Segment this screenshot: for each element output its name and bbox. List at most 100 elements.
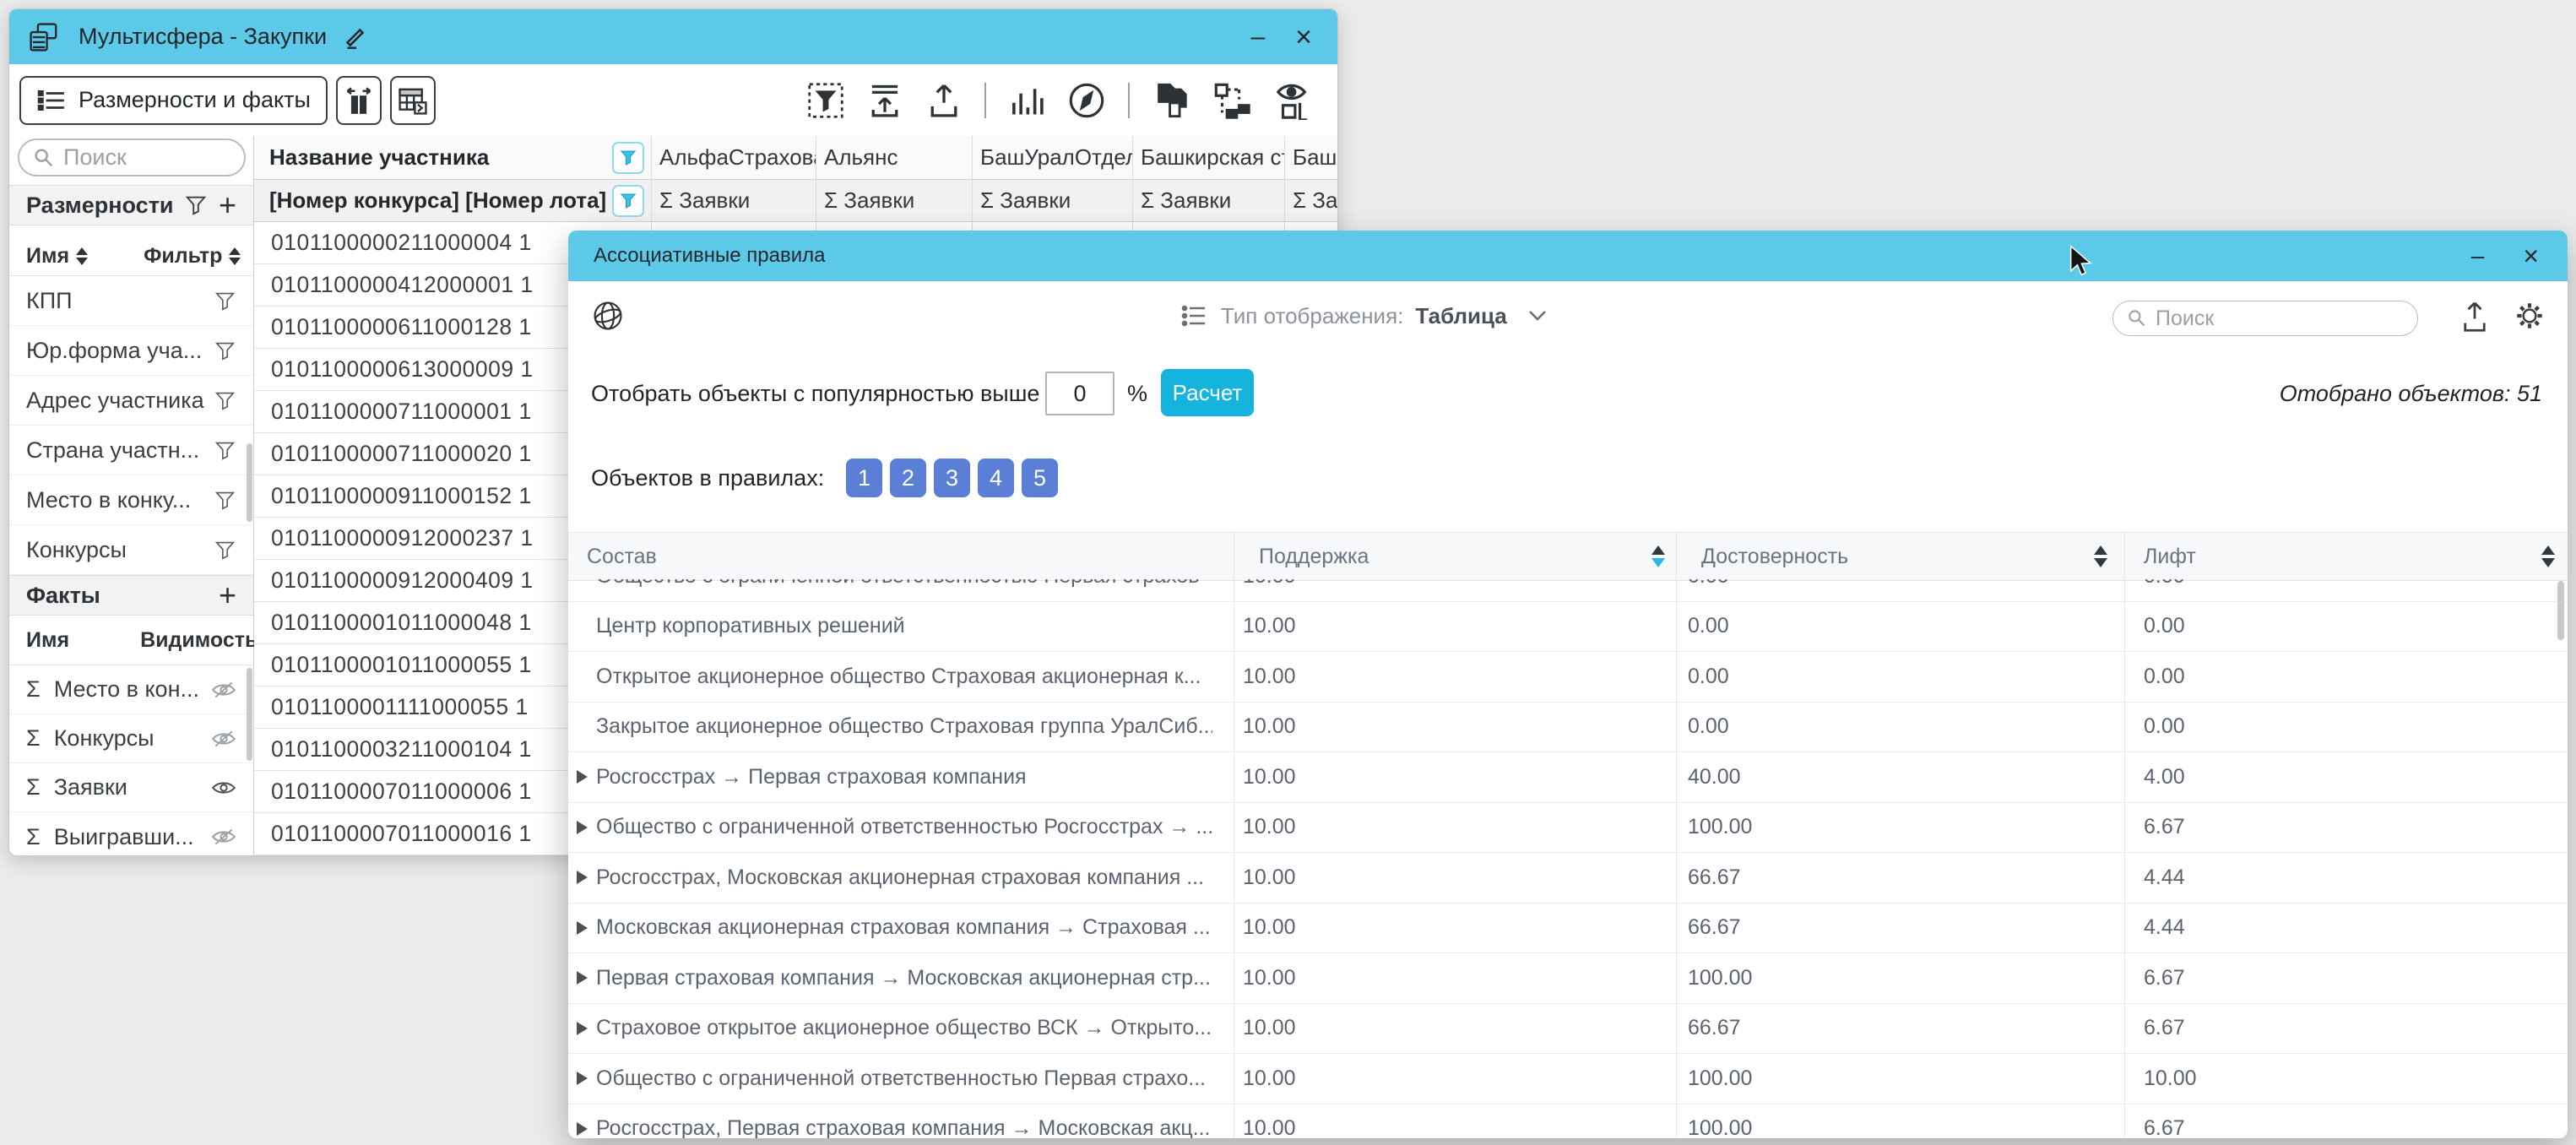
globe-icon[interactable]: [592, 300, 624, 332]
filter-icon[interactable]: [214, 490, 236, 511]
table-view-button[interactable]: [390, 76, 436, 125]
filter-area-icon[interactable]: [807, 82, 844, 119]
rule-size-button-5[interactable]: 5: [1022, 459, 1058, 497]
rule-row[interactable]: Общество с ограниченной ответственностью…: [568, 803, 2568, 854]
expand-icon[interactable]: [577, 770, 588, 784]
expand-icon[interactable]: [577, 1072, 588, 1085]
dialog-close-button[interactable]: ×: [2523, 242, 2539, 269]
filter-icon[interactable]: [214, 340, 236, 361]
col-lift[interactable]: Лифт: [2144, 533, 2196, 580]
expand-icon[interactable]: [577, 1122, 588, 1136]
dialog-titlebar[interactable]: Ассоциативные правила – ×: [568, 231, 2568, 281]
rule-row[interactable]: Открытое акционерное общество Страховая …: [568, 652, 2568, 703]
calculate-button[interactable]: Расчет: [1161, 369, 1254, 416]
dimensions-facts-button[interactable]: Размерности и факты: [19, 76, 328, 125]
grid-column-header[interactable]: Альянс: [816, 136, 972, 180]
eye-slash-icon[interactable]: [211, 680, 236, 700]
expand-icon[interactable]: [577, 821, 588, 834]
sort-icon[interactable]: [229, 247, 241, 265]
dialog-search-input[interactable]: Поиск: [2112, 301, 2418, 336]
eye-slash-icon[interactable]: [211, 827, 236, 847]
dimension-row[interactable]: Конкурсы: [9, 525, 253, 575]
edit-title-icon[interactable]: [340, 23, 369, 52]
sort-icon[interactable]: [76, 247, 88, 265]
expand-icon[interactable]: [577, 971, 588, 985]
grid-measure-header[interactable]: Σ Заявки: [816, 180, 972, 222]
minimize-button[interactable]: –: [1250, 24, 1265, 50]
rule-size-button-1[interactable]: 1: [846, 459, 882, 497]
compass-icon[interactable]: [1067, 81, 1106, 120]
eye-icon[interactable]: [211, 778, 236, 798]
main-titlebar[interactable]: Мультисфера - Закупки – ×: [9, 9, 1337, 64]
filter-active-icon[interactable]: [612, 142, 644, 174]
expand-icon[interactable]: [577, 871, 588, 884]
grid-measure-header[interactable]: Σ Заявки: [972, 180, 1132, 222]
eye-slash-icon[interactable]: [211, 729, 236, 749]
export-icon[interactable]: [925, 82, 963, 119]
rule-row[interactable]: Московская акционерная страховая компани…: [568, 904, 2568, 954]
rule-row[interactable]: Общество с ограниченной ответственностью…: [568, 579, 2568, 602]
col-composition[interactable]: Состав: [587, 533, 657, 580]
grid-column-header[interactable]: БашУралОтдел: [972, 136, 1132, 180]
rule-row[interactable]: Закрытое акционерное общество Страховая …: [568, 703, 2568, 753]
sort-lift[interactable]: [2541, 533, 2555, 580]
grid-column-header[interactable]: Баш: [1284, 136, 1337, 180]
rules-scrollbar[interactable]: [2557, 581, 2564, 640]
grid-measure-header[interactable]: Σ Заявки: [651, 180, 816, 222]
grid-header-lot[interactable]: [Номер конкурса] [Номер лота]: [254, 180, 651, 222]
close-button[interactable]: ×: [1295, 23, 1312, 52]
fact-row[interactable]: Σ Конкурсы: [9, 714, 253, 763]
filter-icon[interactable]: [214, 440, 236, 461]
fact-row[interactable]: Σ Заявки: [9, 763, 253, 812]
gear-icon[interactable]: [2512, 298, 2547, 334]
dimensions-scrollbar[interactable]: [247, 443, 252, 522]
popularity-input[interactable]: 0: [1045, 372, 1114, 415]
col-confidence[interactable]: Достоверность: [1701, 533, 1848, 580]
grid-column-header[interactable]: АльфаСтрахова: [651, 136, 816, 180]
fact-row[interactable]: Σ Место в кон...: [9, 665, 253, 714]
filter-icon[interactable]: [184, 194, 208, 216]
filter-icon[interactable]: [214, 540, 236, 561]
fact-row[interactable]: Σ Выигравши...: [9, 812, 253, 856]
grid-column-header[interactable]: Башкирская ст: [1132, 136, 1284, 180]
grid-measure-header[interactable]: Σ Заявки: [1284, 180, 1337, 222]
expand-icon[interactable]: [577, 921, 588, 935]
dialog-minimize-button[interactable]: –: [2471, 244, 2485, 268]
col-name-label[interactable]: Имя: [26, 244, 69, 269]
sort-confidence[interactable]: [2094, 533, 2107, 580]
rule-row[interactable]: Первая страховая компания → Московская а…: [568, 953, 2568, 1004]
filter-icon[interactable]: [214, 390, 236, 411]
rule-row[interactable]: Росгосстрах, Московская акционерная стра…: [568, 853, 2568, 904]
filter-icon[interactable]: [214, 290, 236, 312]
rule-size-button-4[interactable]: 4: [978, 459, 1014, 497]
grid-measure-header[interactable]: Σ Заявки: [1132, 180, 1284, 222]
column-width-button[interactable]: [336, 76, 382, 125]
rule-size-button-2[interactable]: 2: [890, 459, 926, 497]
display-type-control[interactable]: Тип отображения: Таблица: [1180, 296, 1548, 335]
rule-row[interactable]: Центр корпоративных решений10.00 0.000.0…: [568, 602, 2568, 653]
dimension-row[interactable]: Адрес участника: [9, 376, 253, 426]
dimension-row[interactable]: КПП: [9, 276, 253, 326]
expand-icon[interactable]: [577, 1022, 588, 1035]
dimension-row[interactable]: Юр.форма уча...: [9, 326, 253, 376]
copy-report-icon[interactable]: [1152, 81, 1190, 120]
bar-chart-icon[interactable]: [1008, 82, 1045, 119]
export-icon[interactable]: [2458, 300, 2492, 334]
dimension-row[interactable]: Страна участн...: [9, 426, 253, 475]
col-filter-label[interactable]: Фильтр: [144, 244, 222, 269]
grid-header-participant[interactable]: Название участника: [254, 136, 651, 180]
rule-row[interactable]: Общество с ограниченной ответственностью…: [568, 1054, 2568, 1104]
add-dimension-button[interactable]: +: [219, 190, 236, 220]
col-support[interactable]: Поддержка: [1259, 533, 1369, 580]
facts-scrollbar[interactable]: [247, 668, 252, 761]
rule-row[interactable]: Росгосстрах → Первая страховая компания1…: [568, 752, 2568, 803]
add-fact-button[interactable]: +: [219, 580, 236, 610]
rule-row[interactable]: Росгосстрах, Первая страховая компания →…: [568, 1104, 2568, 1139]
dimension-row[interactable]: Место в конку...: [9, 475, 253, 525]
rule-size-button-3[interactable]: 3: [934, 459, 970, 497]
rule-row[interactable]: Страховое открытое акционерное общество …: [568, 1004, 2568, 1055]
import-rows-icon[interactable]: [866, 82, 903, 119]
hierarchy-icon[interactable]: [1212, 81, 1251, 120]
sort-support[interactable]: [1651, 533, 1665, 580]
sidebar-search-input[interactable]: Поиск: [18, 138, 246, 176]
